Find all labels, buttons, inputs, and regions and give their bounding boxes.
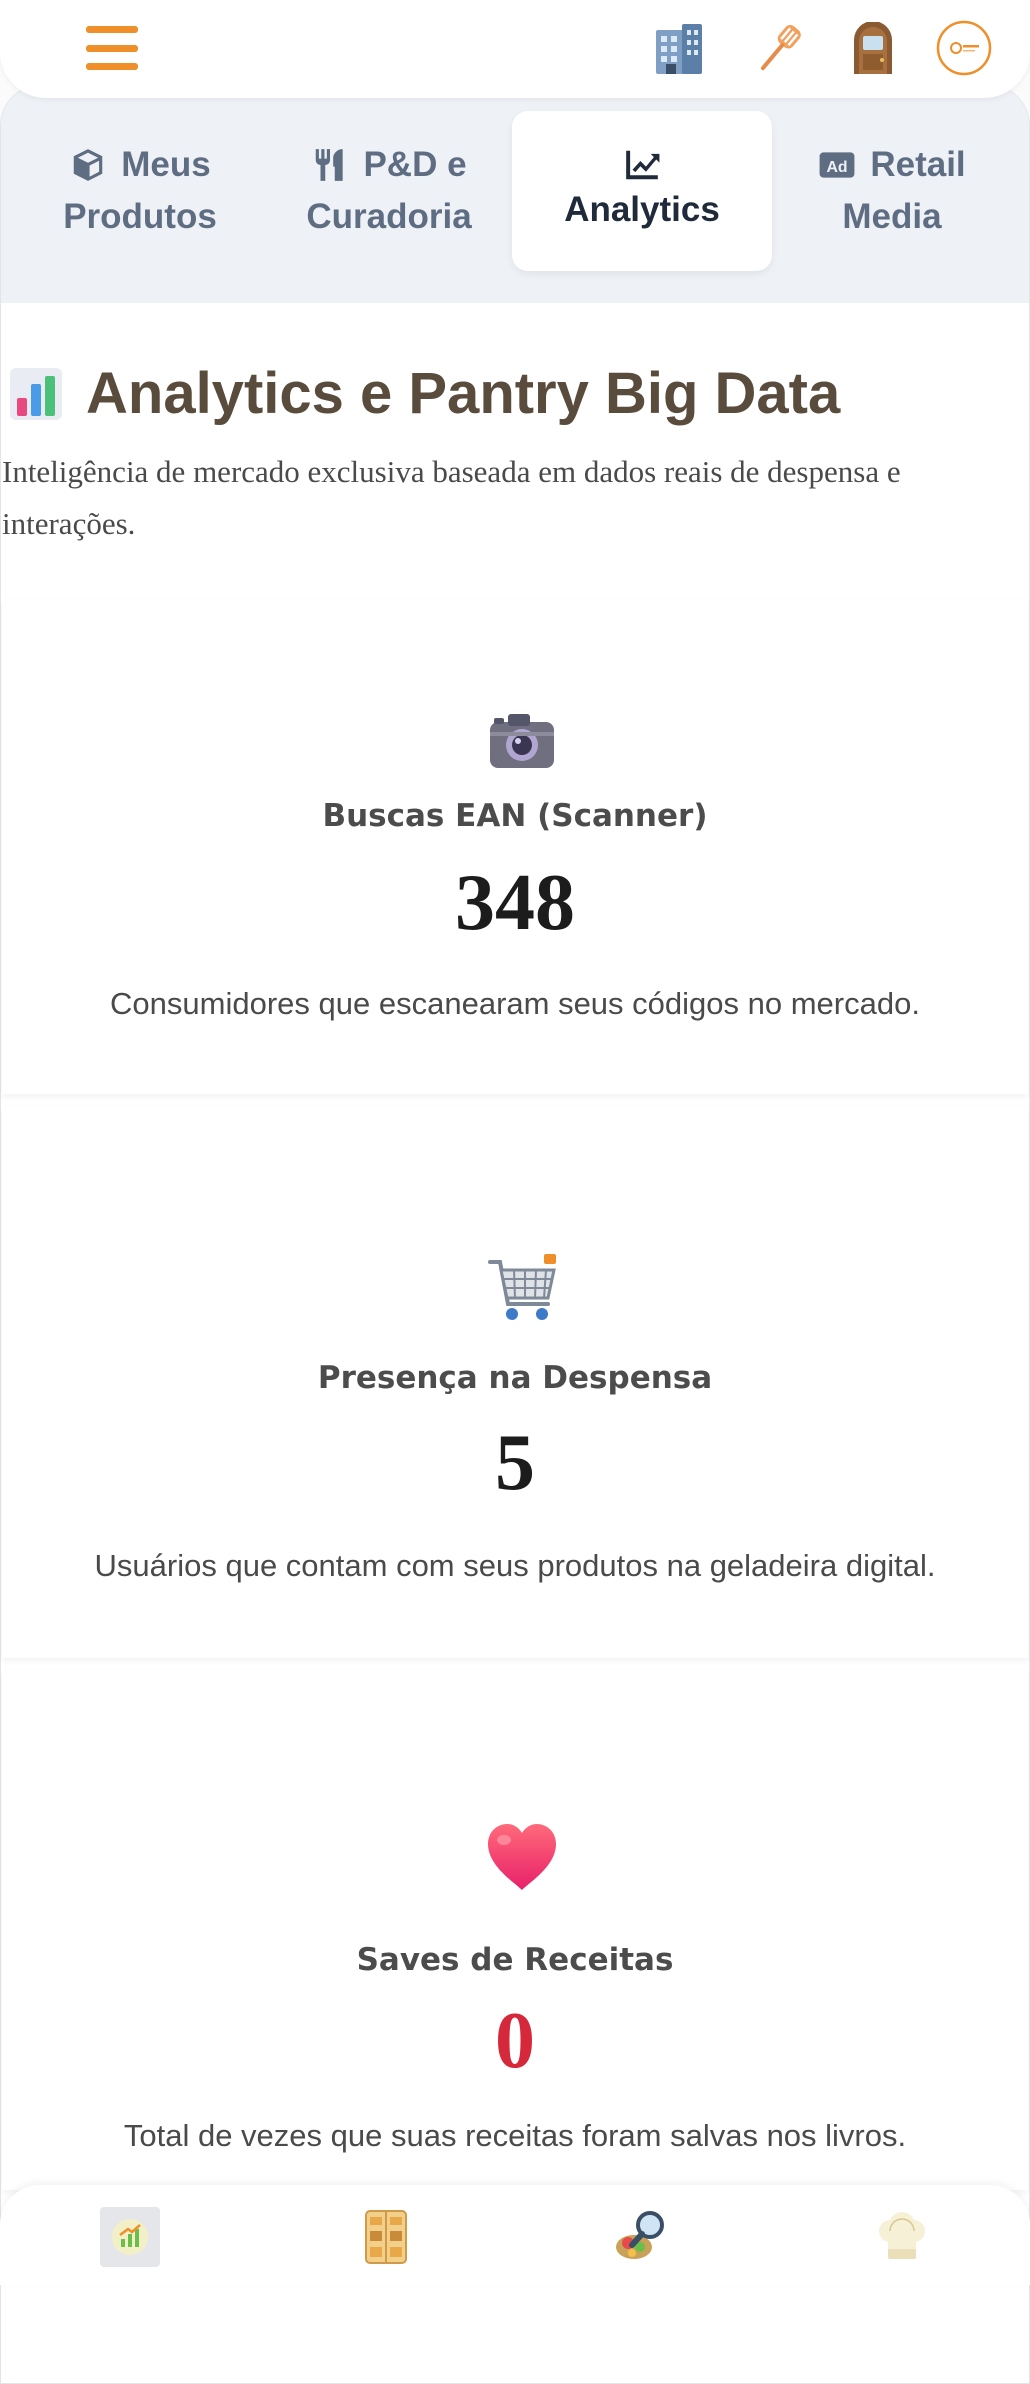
chef-hat-icon[interactable]: [872, 2207, 932, 2267]
metric-value: 0: [495, 1997, 535, 2085]
bar-chart-icon: [10, 367, 62, 420]
metric-title: Saves de Receitas: [356, 1942, 674, 1978]
tab-label-line2: Media: [842, 197, 942, 236]
tab-label-line1: Retail: [870, 145, 966, 184]
tab-label-line1: P&D e: [363, 145, 467, 184]
svg-text:Ad: Ad: [827, 159, 848, 176]
tab-analytics[interactable]: Analytics: [512, 111, 772, 271]
cart-icon: [488, 1254, 556, 1320]
page-title-text: Analytics e Pantry Big Data: [86, 361, 841, 426]
tab-label-line2: Analytics: [564, 190, 720, 229]
menu-icon[interactable]: [86, 26, 138, 70]
spatula-icon[interactable]: [752, 22, 806, 76]
tab-bar: Meus Produtos P&D e Curadoria Analytics …: [1, 85, 1029, 303]
metric-description: Total de vezes que suas receitas foram s…: [123, 2118, 907, 2153]
building-icon[interactable]: [652, 22, 706, 76]
fridge-icon[interactable]: [356, 2207, 416, 2267]
search-food-icon[interactable]: [612, 2207, 672, 2267]
metric-title: Presença na Despensa: [317, 1360, 713, 1396]
dashboard-icon[interactable]: [100, 2207, 160, 2267]
tab-label-line2: Produtos: [63, 197, 217, 236]
door-icon[interactable]: [846, 22, 900, 76]
page-subtitle: Inteligência de mercado exclusiva basead…: [2, 454, 901, 541]
tab-label-line1: Meus: [121, 145, 211, 184]
metric-value: 5: [495, 1419, 535, 1507]
heart-icon: [488, 1824, 556, 1890]
utensils-icon: [316, 149, 344, 181]
cube-icon: [74, 149, 103, 181]
top-app-bar: [0, 0, 1030, 98]
metric-card-ean-scans: Buscas EAN (Scanner) 348 Consumidores qu…: [2, 600, 1028, 1094]
tab-retail-media[interactable]: Ad Retail Media: [779, 111, 1005, 271]
tab-pd-curadoria[interactable]: P&D e Curadoria: [269, 111, 509, 271]
bottom-nav: [0, 2185, 1030, 2285]
chart-line-icon: [626, 150, 660, 180]
brand-logo[interactable]: [936, 20, 992, 76]
metric-description: Consumidores que escanearam seus códigos…: [110, 986, 920, 1021]
metric-card-pantry-presence: Presença na Despensa 5 Usuários que cont…: [2, 1106, 1028, 1658]
tab-label-line2: Curadoria: [306, 197, 472, 236]
metric-value: 348: [455, 859, 575, 947]
page-title: Analytics e Pantry Big Data: [10, 360, 840, 427]
metric-title: Buscas EAN (Scanner): [322, 798, 708, 834]
ad-icon: Ad: [819, 152, 855, 178]
tab-meus-produtos[interactable]: Meus Produtos: [21, 111, 259, 271]
metric-description: Usuários que contam com seus produtos na…: [94, 1548, 936, 1583]
camera-icon: [490, 714, 554, 768]
metric-card-recipe-saves: Saves de Receitas 0 Total de vezes que s…: [2, 1670, 1028, 2190]
